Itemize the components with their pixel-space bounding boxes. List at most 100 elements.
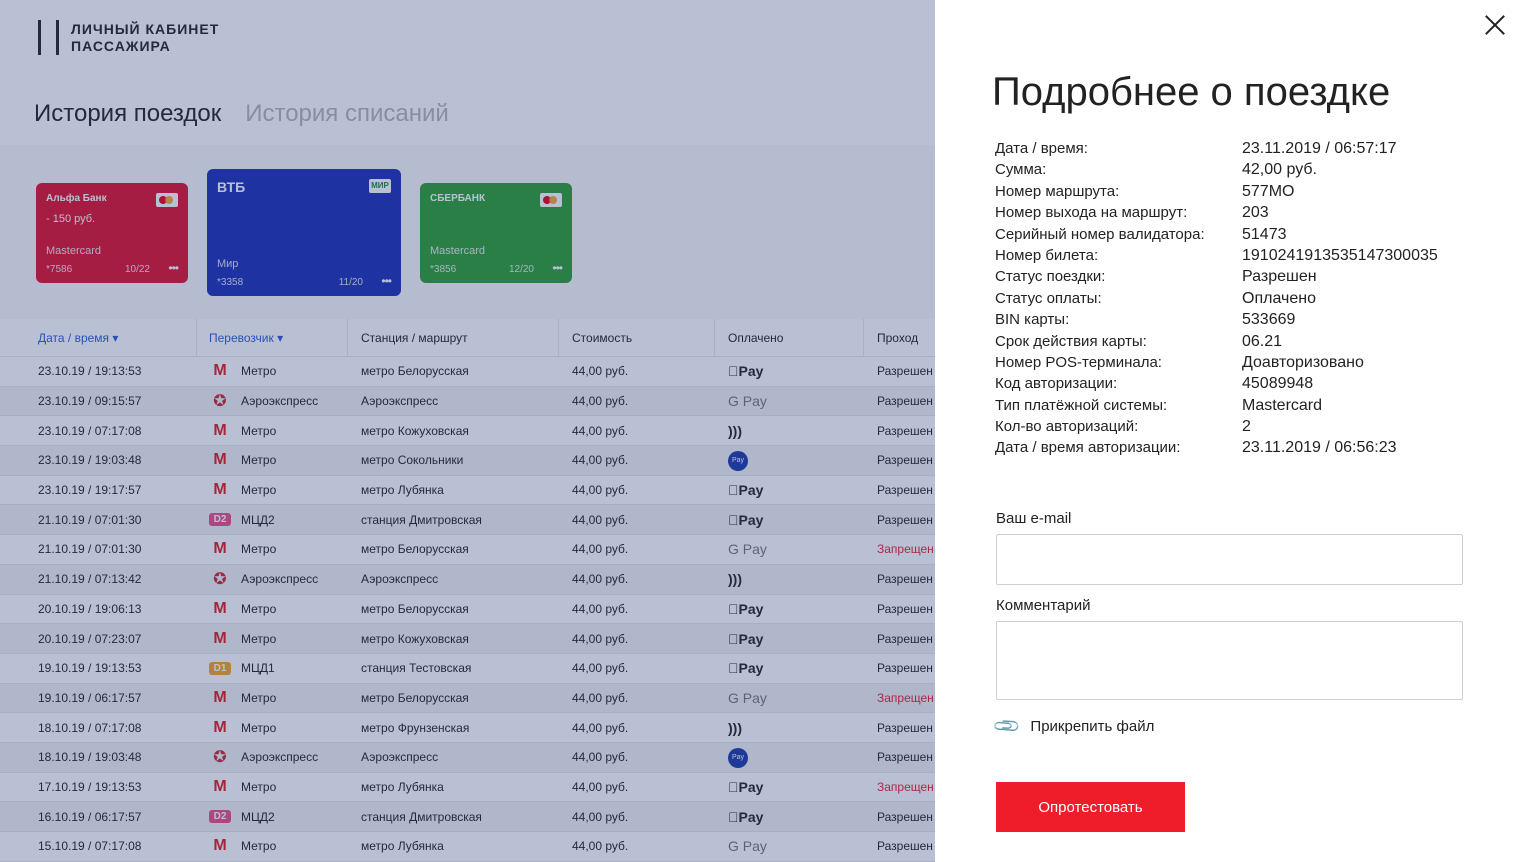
cell-price: 44,00 руб. (572, 601, 629, 616)
table-row[interactable]: 15.10.19 / 07:17:08 M Метро метро Лубянка 44… (0, 832, 935, 862)
tab-charge-history[interactable]: История списаний (245, 100, 449, 128)
carrier-name: Метро (241, 364, 277, 379)
metro-icon: M (213, 481, 227, 499)
carrier-name: Метро (241, 839, 277, 854)
carrier-name: МЦД2 (241, 809, 275, 824)
card-alfa-bank[interactable]: Альфа Банк - 150 руб. Mastercard *7586 1… (36, 183, 188, 283)
cell-paid: Pay (715, 601, 864, 617)
trip-details-panel: Подробнее о поездке Дата / время: 23.11.2… (935, 0, 1522, 862)
cell-price: 44,00 руб. (572, 423, 629, 438)
email-field[interactable] (996, 534, 1463, 585)
detail-value: Разрешен (1242, 268, 1317, 286)
detail-value: 23.11.2019 / 06:57:17 (1242, 140, 1397, 157)
contactless-icon: ))) (728, 719, 742, 736)
detail-value: Mastercard (1242, 396, 1323, 414)
cell-station: Аэроэкспресс (361, 750, 439, 765)
cell-station: Аэроэкспресс (361, 572, 439, 587)
table-header: Дата / время ▾ Перевозчик ▾ Станция / ма… (0, 318, 935, 357)
cell-pass-status: Разрешен (877, 512, 933, 527)
cell-date: 23.10.19 / 07:17:08 (38, 423, 142, 438)
card-menu-icon[interactable]: ••• (381, 274, 392, 288)
apple-pay-icon: Pay (728, 482, 763, 499)
carrier-name: Метро (241, 779, 277, 794)
cell-paid: ))) (715, 571, 864, 587)
table-row[interactable]: 23.10.19 / 09:15:57 ✪ Аэроэкспресс Аэроэксп… (0, 386, 935, 417)
table-row[interactable]: 20.10.19 / 07:23:07 M Метро метро Кожуховск… (0, 624, 935, 654)
table-row[interactable]: 21.10.19 / 07:01:30 M Метро метро Белорусск… (0, 535, 935, 565)
cell-paid: G Pay (715, 838, 864, 854)
cell-date: 17.10.19 / 19:13:53 (38, 779, 142, 794)
detail-value: 2 (1242, 418, 1251, 436)
table-body: 23.10.19 / 19:13:53 M Метро метро Белорусск… (0, 357, 935, 862)
table-row[interactable]: 20.10.19 / 19:06:13 M Метро метро Белорусск… (0, 594, 935, 625)
cell-station: метро Сокольники (361, 453, 464, 468)
metro-icon: M (213, 688, 227, 706)
cell-carrier: M Метро (197, 600, 348, 618)
cell-paid: Pay (715, 449, 864, 472)
detail-value: 51473 (1242, 225, 1287, 243)
detail-label: Код авторизации: (995, 375, 1118, 393)
table-row[interactable]: 23.10.19 / 19:03:48 M Метро метро Сокольник… (0, 446, 935, 476)
card-menu-icon[interactable]: ••• (168, 261, 179, 275)
mastercard-icon (540, 193, 562, 207)
table-row[interactable]: 23.10.19 / 19:17:57 M Метро метро Лубянка 44… (0, 475, 935, 506)
table-row[interactable]: 17.10.19 / 19:13:53 M Метро метро Лубянка 44… (0, 772, 935, 803)
cell-date: 20.10.19 / 19:06:13 (38, 601, 142, 616)
close-icon[interactable] (1482, 12, 1508, 38)
card-vtb[interactable]: ВТБ МИР Мир *3358 11/20 ••• (207, 169, 401, 296)
cell-carrier: ✪ Аэроэкспресс (197, 391, 348, 411)
email-label: Ваш e-mail (996, 510, 1072, 527)
cell-date: 21.10.19 / 07:13:42 (38, 572, 142, 587)
attach-file-button[interactable]: 📎 Прикрепить файл (992, 711, 1154, 741)
table-row[interactable]: 16.10.19 / 06:17:57 D2 МЦД2 станция Дмитров… (0, 802, 935, 832)
apple-pay-icon: Pay (728, 600, 763, 617)
table-row[interactable]: 21.10.19 / 07:01:30 D2 МЦД2 станция Дмитров… (0, 505, 935, 536)
cell-carrier: ✪ Аэроэкспресс (197, 569, 348, 589)
card-sberbank[interactable]: СБЕРБАНК Mastercard *3856 12/20 ••• (420, 183, 572, 283)
cell-price: 44,00 руб. (572, 542, 629, 557)
table-row[interactable]: 21.10.19 / 07:13:42 ✪ Аэроэкспресс Аэроэксп… (0, 564, 935, 595)
tabs: История поездок История списаний (34, 100, 449, 128)
cell-pass-status: Разрешен (877, 661, 933, 676)
metro-icon: M (213, 540, 227, 558)
detail-label: Номер выхода на маршрут: (995, 204, 1188, 222)
header-carrier[interactable]: Перевозчик ▾ (197, 318, 348, 357)
apple-pay-icon: Pay (728, 778, 763, 795)
carrier-name: Метро (241, 601, 277, 616)
table-row[interactable]: 23.10.19 / 07:17:08 M Метро метро Кожуховск… (0, 416, 935, 447)
table-row[interactable]: 18.10.19 / 07:17:08 M Метро метро Фрунзенск… (0, 713, 935, 743)
detail-value: 06.21 (1242, 332, 1283, 350)
header-date[interactable]: Дата / время ▾ (0, 318, 197, 357)
detail-row: Серийный номер валидатора: 51473 (995, 224, 1438, 245)
detail-row: Дата / время: 23.11.2019 / 06:57:17 (995, 138, 1438, 159)
detail-value: Доавторизовано (1242, 353, 1364, 371)
detail-row: BIN карты: 533669 (995, 309, 1438, 330)
cell-date: 23.10.19 / 09:15:57 (38, 394, 142, 409)
card-payment-system: Mastercard (430, 245, 486, 257)
metro-icon: M (213, 362, 227, 380)
cell-date: 15.10.19 / 07:17:08 (38, 839, 142, 854)
google-pay-icon: G Pay (728, 393, 767, 410)
table-row[interactable]: 19.10.19 / 19:13:53 D1 МЦД1 станция Тестовс… (0, 653, 935, 684)
detail-row: Сумма: 42,00 руб. (995, 159, 1438, 180)
table-row[interactable]: 23.10.19 / 19:13:53 M Метро метро Белорусск… (0, 357, 935, 387)
cell-carrier: M Метро (197, 719, 348, 737)
table-row[interactable]: 19.10.19 / 06:17:57 M Метро метро Белорусск… (0, 683, 935, 714)
cell-carrier: D2 МЦД2 (197, 513, 348, 527)
logo[interactable]: ЛИЧНЫЙ КАБИНЕТ ПАССАЖИРА (38, 20, 219, 55)
card-menu-icon[interactable]: ••• (552, 261, 563, 275)
detail-value: 42,00 руб. (1242, 161, 1317, 179)
detail-label: Статус поездки: (995, 268, 1106, 286)
cell-price: 44,00 руб. (572, 364, 629, 379)
tab-trip-history[interactable]: История поездок (34, 100, 221, 128)
dispute-button[interactable]: Опротестовать (996, 782, 1185, 832)
cell-pass-status: Разрешен (877, 601, 933, 616)
table-row[interactable]: 18.10.19 / 19:03:48 ✪ Аэроэкспресс Аэроэксп… (0, 742, 935, 773)
card-expiry: 12/20 (508, 264, 534, 275)
cell-date: 19.10.19 / 06:17:57 (38, 690, 142, 705)
mcd-icon: D1 (209, 661, 231, 675)
carrier-name: Метро (241, 631, 277, 646)
logo-line-2: ПАССАЖИРА (71, 37, 171, 54)
cell-station: станция Дмитровская (361, 512, 482, 527)
comment-field[interactable] (996, 621, 1463, 700)
